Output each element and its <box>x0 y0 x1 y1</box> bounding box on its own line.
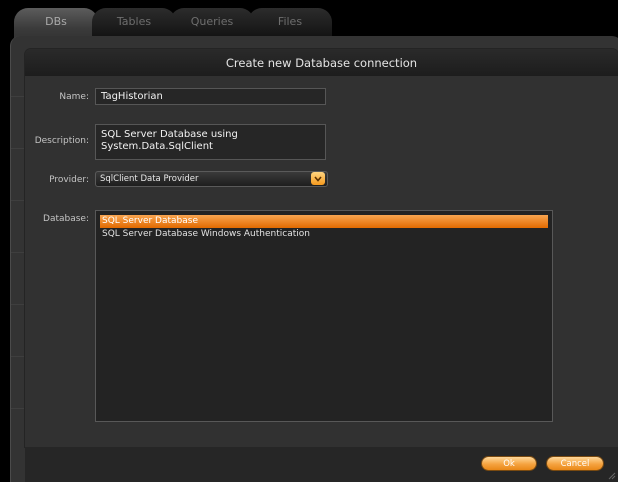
provider-select[interactable]: SqlClient Data Provider <box>95 171 328 187</box>
name-value: TagHistorian <box>101 91 163 102</box>
name-field[interactable]: TagHistorian <box>95 88 326 105</box>
description-label: Description: <box>34 136 89 146</box>
tab-queries[interactable]: Queries <box>170 8 254 36</box>
dialog-footer: Ok Cancel <box>25 447 618 482</box>
tab-tables-label: Tables <box>116 15 152 28</box>
ok-button[interactable]: Ok <box>482 457 536 470</box>
resize-grip-icon[interactable] <box>606 470 616 480</box>
cancel-button[interactable]: Cancel <box>547 457 603 470</box>
provider-label: Provider: <box>49 175 89 185</box>
chevron-down-icon <box>314 175 322 182</box>
dialog-header: Create new Database connection <box>25 49 618 76</box>
tab-dbs[interactable]: DBs <box>14 8 98 38</box>
cancel-button-label: Cancel <box>560 458 590 469</box>
tab-dbs-label: DBs <box>45 15 67 28</box>
tab-files-label: Files <box>277 15 303 28</box>
tab-tables[interactable]: Tables <box>92 8 176 36</box>
ok-button-label: Ok <box>503 458 515 469</box>
tab-files[interactable]: Files <box>248 8 332 36</box>
app-window: DBs Tables Queries Files Create new Data… <box>0 0 618 482</box>
database-list[interactable]: SQL Server Database SQL Server Database … <box>95 210 553 422</box>
database-label: Database: <box>43 214 89 224</box>
create-connection-dialog: Create new Database connection Name: Tag… <box>25 49 618 447</box>
list-item-label: SQL Server Database <box>102 216 198 226</box>
dialog-title: Create new Database connection <box>225 55 418 70</box>
description-value: SQL Server Database using System.Data.Sq… <box>101 129 238 152</box>
list-item-label: SQL Server Database Windows Authenticati… <box>102 229 310 239</box>
provider-value: SqlClient Data Provider <box>100 174 199 184</box>
description-field[interactable]: SQL Server Database using System.Data.Sq… <box>95 124 326 160</box>
dropdown-button[interactable] <box>311 172 325 185</box>
tab-queries-label: Queries <box>190 15 234 28</box>
name-label: Name: <box>59 92 89 102</box>
list-item[interactable]: SQL Server Database Windows Authenticati… <box>100 228 548 241</box>
list-item[interactable]: SQL Server Database <box>100 215 548 228</box>
